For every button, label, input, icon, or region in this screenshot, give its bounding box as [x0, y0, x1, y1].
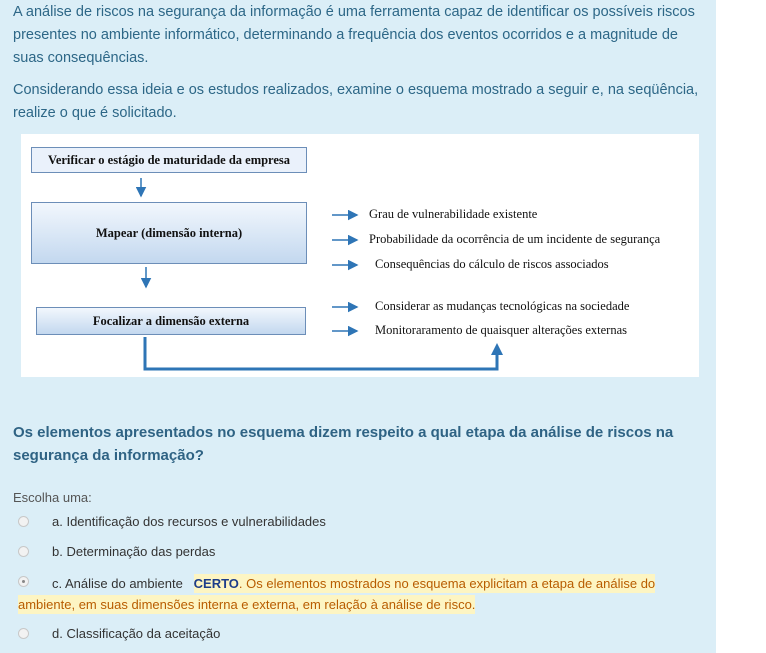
risk-diagram: Verificar o estágio de maturidade da emp… — [21, 134, 699, 377]
focus-item-2: Monitoraramento de quaisquer alterações … — [375, 323, 627, 337]
option-a-label: a. Identificação dos recursos e vulnerab… — [52, 514, 326, 529]
intro-paragraph-2: Considerando essa ideia e os estudos rea… — [13, 82, 699, 121]
feedback-loop-arrow — [143, 337, 503, 371]
diagram-arrows — [135, 178, 503, 371]
option-c-feedback: c. Análise do ambiente CERTO. Os element… — [18, 573, 658, 615]
map-item-3: Consequências do cálculo de riscos assoc… — [375, 257, 609, 271]
intro-paragraph-1: A análise de riscos na segurança da info… — [13, 4, 695, 66]
radio-option-d[interactable] — [18, 628, 29, 639]
radio-option-b[interactable] — [18, 546, 29, 557]
radio-option-a[interactable] — [18, 516, 29, 527]
choose-label: Escolha uma: — [13, 490, 92, 505]
option-c-label: c. Análise do ambiente — [52, 576, 183, 591]
map-item-2: Probabilidade da ocorrência de um incide… — [369, 232, 661, 246]
option-b-label: b. Determinação das perdas — [52, 544, 216, 559]
option-d-label: d. Classificação da aceitação — [52, 626, 221, 641]
focus-item-1: Considerar as mudanças tecnológicas na s… — [375, 299, 630, 313]
question-text: Os elementos apresentados no esquema diz… — [13, 424, 674, 464]
feedback-badge: CERTO — [193, 576, 239, 591]
question-intro: A análise de riscos na segurança da info… — [13, 1, 711, 134]
map-item-1: Grau de vulnerabilidade existente — [369, 207, 538, 221]
